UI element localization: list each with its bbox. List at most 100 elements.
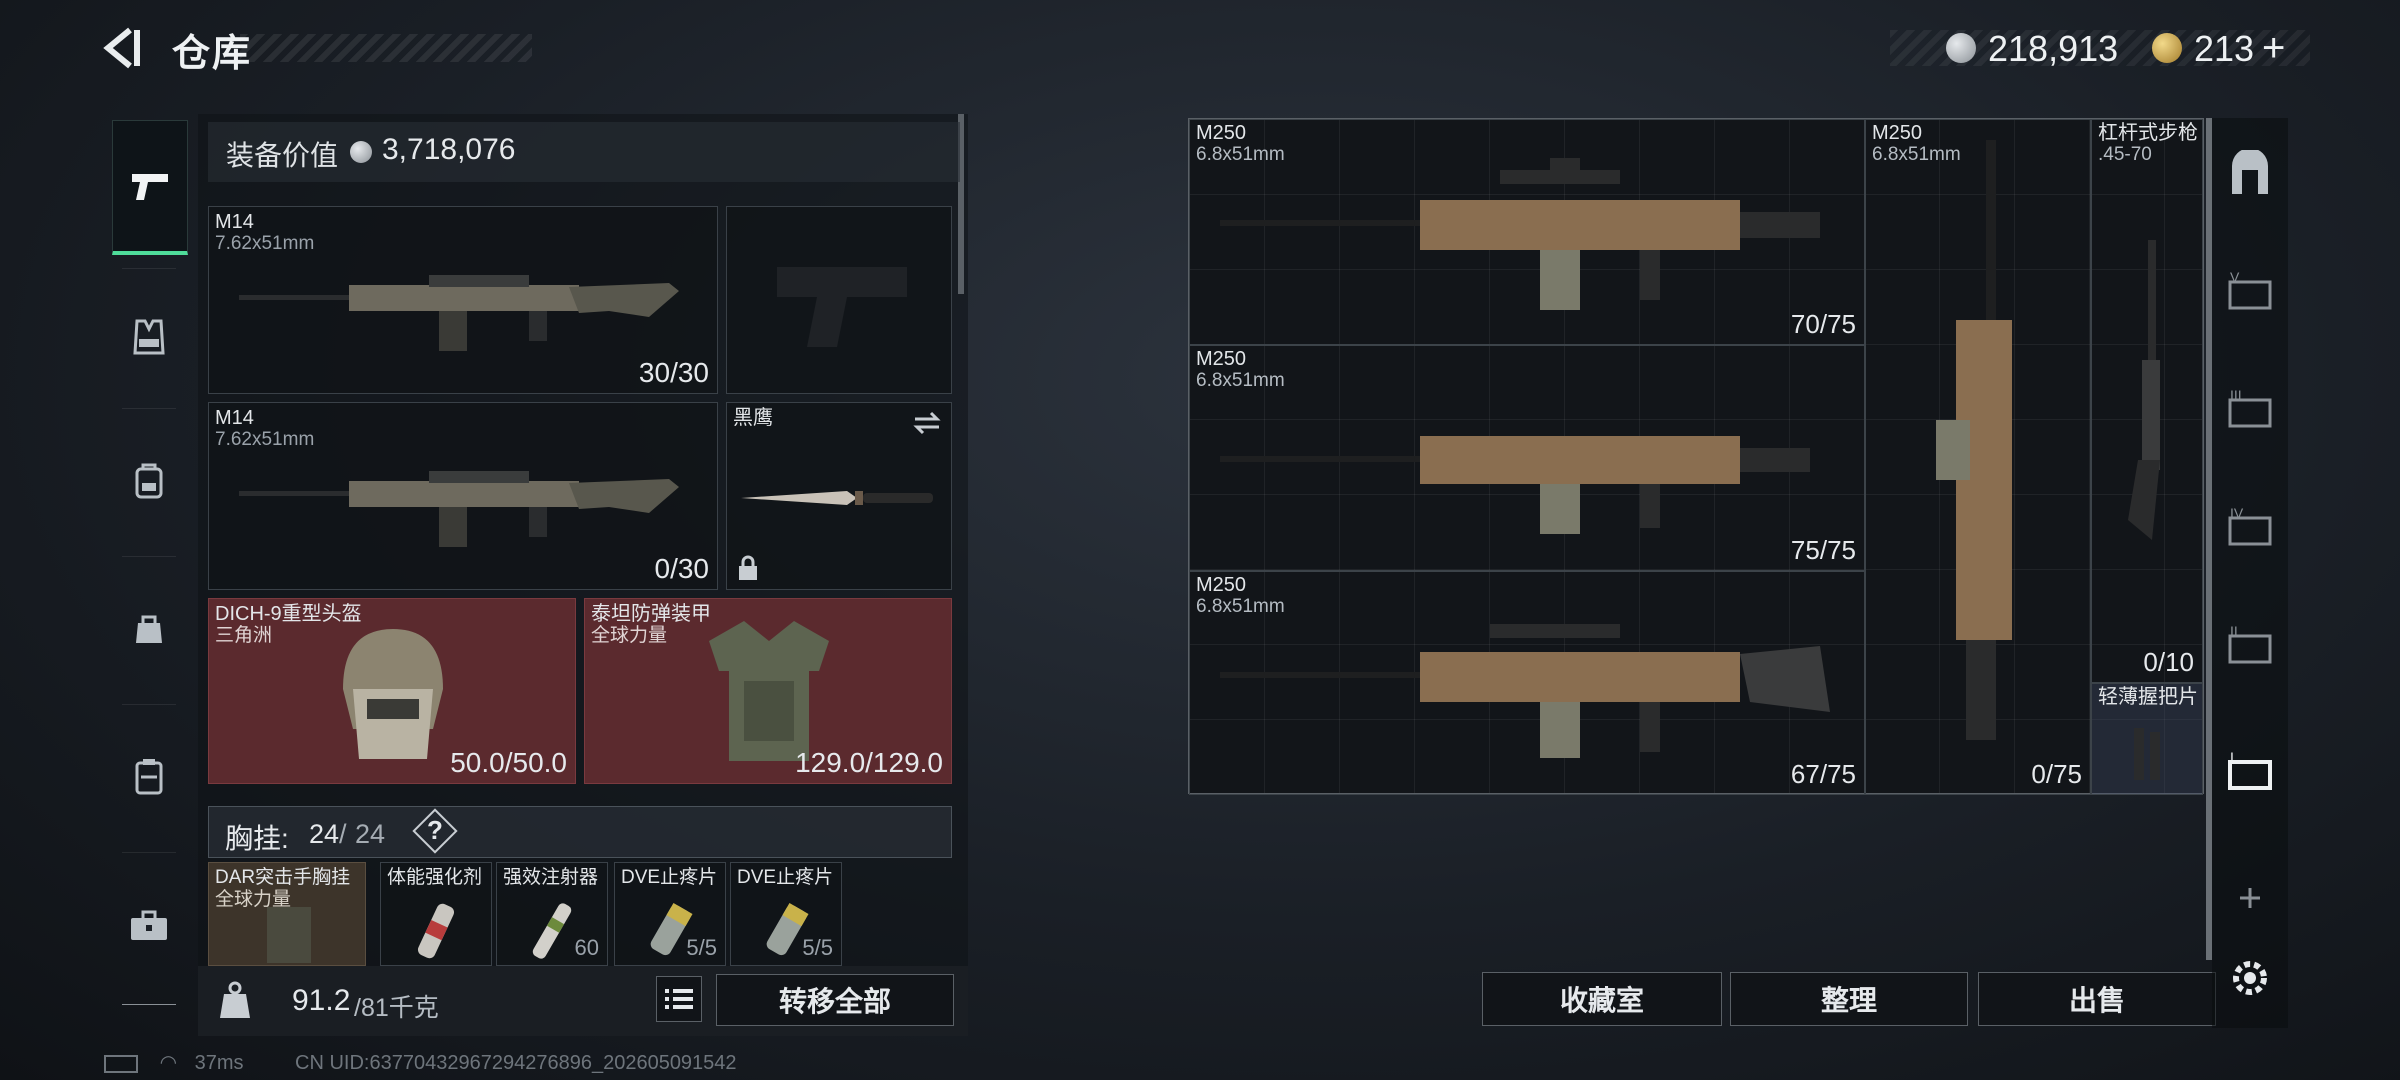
nav-backpack[interactable] [112, 444, 186, 518]
armor-slot[interactable]: 泰坦防弹装甲 全球力量 129.0/129.0 [584, 598, 952, 784]
silver-coin-icon [350, 141, 372, 163]
storage-ii-icon[interactable]: II [2226, 622, 2274, 670]
add-currency-button[interactable]: + [2262, 26, 2285, 71]
weapon-name: M250 [1196, 574, 1247, 596]
silver-amount: 218,913 [1988, 28, 2119, 69]
weight-max: /81千克 [354, 994, 439, 1022]
weapon-name: M250 [1196, 122, 1247, 144]
equipment-value: 3,718,076 [382, 133, 516, 166]
chest-label: 胸挂: [225, 823, 289, 854]
item-name: DAR突击手胸挂 [215, 867, 351, 888]
storage-item[interactable]: 杠杆式步枪 .45-70 0/10 [2091, 119, 2203, 683]
svg-text:III: III [2230, 387, 2242, 403]
nav-chest-rig[interactable] [112, 300, 186, 374]
transfer-all-button[interactable]: 转移全部 [716, 974, 954, 1026]
m250-rifle-image [1220, 158, 1820, 310]
settings-icon[interactable] [2226, 954, 2274, 1002]
title-decoration [240, 34, 532, 62]
nav-weapons[interactable] [112, 120, 188, 255]
m14-rifle-image [239, 471, 679, 547]
knife-image [741, 491, 933, 505]
item-count: 5/5 [802, 935, 833, 960]
ammo-count: 75/75 [1790, 535, 1856, 565]
inventory-item[interactable]: DVE止疼片 5/5 [614, 862, 726, 966]
gold-coin-icon [2152, 33, 2182, 63]
chest-count: 24 [309, 819, 340, 849]
add-icon[interactable] [2226, 874, 2274, 922]
sell-button[interactable]: 出售 [1978, 972, 2216, 1026]
helmet-slot[interactable]: DICH-9重型头盔 三角洲 50.0/50.0 [208, 598, 576, 784]
weight-icon [220, 981, 250, 1018]
storage-item[interactable]: 轻薄握把片 [2091, 683, 2203, 795]
svg-text:II: II [2230, 623, 2238, 639]
toolbox-icon [131, 910, 167, 940]
nav-pouch[interactable] [112, 592, 186, 666]
storage-iv-icon[interactable]: IV [2226, 504, 2274, 552]
stimulant-image [417, 903, 455, 959]
weight-current: 91.2 [292, 984, 351, 1017]
m250-rifle-vertical-image [1936, 140, 2012, 740]
chest-rig-image [267, 907, 311, 963]
storage-i-icon[interactable]: I [2226, 748, 2274, 796]
chest-rig-item[interactable]: DAR突击手胸挂 全球力量 [208, 862, 366, 966]
melee-slot[interactable]: 黑鹰 [726, 402, 952, 590]
equipment-value-row: 装备价值 3,718,076 [208, 122, 960, 182]
pistol-slot[interactable] [726, 206, 952, 394]
help-text: ? [427, 815, 443, 845]
item-name: 轻薄握把片 [2098, 686, 2198, 708]
pistol-placeholder-icon [777, 267, 907, 347]
chest-sep: / [339, 819, 347, 849]
weapon-name: M14 [215, 211, 254, 233]
storage-item[interactable]: M250 6.8x51mm 0/75 [1865, 119, 2091, 795]
uid: CN UID:63770432967294276896_202605091542 [295, 1052, 737, 1074]
storage-grid: M250 6.8x51mm 70/75 M250 6.8x51mm 75/75 … [1188, 118, 2204, 795]
svg-text:I: I [2230, 749, 2234, 765]
chest-max: 24 [355, 819, 386, 849]
swap-icon[interactable] [911, 411, 943, 435]
wifi-icon: ◠ [159, 1052, 178, 1074]
inventory-item[interactable]: 体能强化剂 [380, 862, 492, 966]
ping: 37ms [194, 1052, 244, 1074]
backpack-icon [135, 463, 163, 499]
helmet-image [343, 629, 443, 759]
m14-rifle-image [239, 275, 679, 351]
pistol-icon [132, 174, 168, 200]
loadout-bottom-bar: 91.2 /81千克 转移全部 [198, 966, 968, 1036]
inventory-item[interactable]: DVE止疼片 5/5 [730, 862, 842, 966]
svg-text:IV: IV [2230, 505, 2244, 521]
weapon-caliber: 7.62x51mm [215, 429, 315, 450]
category-nav [102, 108, 196, 1008]
weapon-name: M250 [1196, 348, 1247, 370]
storage-nav: V III IV II I [2212, 118, 2288, 1028]
item-name: 体能强化剂 [387, 867, 483, 888]
list-view-button[interactable] [656, 976, 702, 1022]
storage-item[interactable]: M250 6.8x51mm 70/75 [1189, 119, 1865, 345]
equipment-value-label: 装备价值 [226, 140, 339, 171]
armor-durability: 129.0/129.0 [795, 747, 943, 778]
collection-room-button[interactable]: 收藏室 [1482, 972, 1722, 1026]
inventory-item[interactable]: 强效注射器 60 [496, 862, 608, 966]
nav-case[interactable] [112, 740, 186, 814]
safe-room-icon[interactable] [2226, 150, 2274, 198]
silver-coin-icon [1946, 33, 1976, 63]
m250-rifle-image [1220, 436, 1810, 534]
primary-weapon-slot[interactable]: M14 7.62x51mm 30/30 [208, 206, 718, 394]
storage-item[interactable]: M250 6.8x51mm 75/75 [1189, 345, 1865, 571]
helmet-brand: 三角洲 [215, 625, 273, 646]
weapon-name: M14 [215, 407, 254, 429]
vest-icon [133, 319, 165, 355]
storage-v-icon[interactable]: V [2226, 268, 2274, 316]
ammo-count: 70/75 [1790, 309, 1856, 339]
grip-panel-image [2134, 728, 2160, 780]
organize-button[interactable]: 整理 [1730, 972, 1968, 1026]
secondary-weapon-slot[interactable]: M14 7.62x51mm 0/30 [208, 402, 718, 590]
svg-text:V: V [2230, 269, 2240, 285]
storage-item[interactable]: M250 6.8x51mm 67/75 [1189, 571, 1865, 795]
melee-name: 黑鹰 [733, 407, 773, 429]
ammo-count: 67/75 [1790, 759, 1856, 789]
back-button[interactable] [100, 26, 144, 70]
storage-iii-icon[interactable]: III [2226, 386, 2274, 434]
lever-rifle-image [2128, 240, 2160, 540]
nav-toolbox[interactable] [112, 888, 186, 962]
lock-icon [739, 555, 757, 580]
